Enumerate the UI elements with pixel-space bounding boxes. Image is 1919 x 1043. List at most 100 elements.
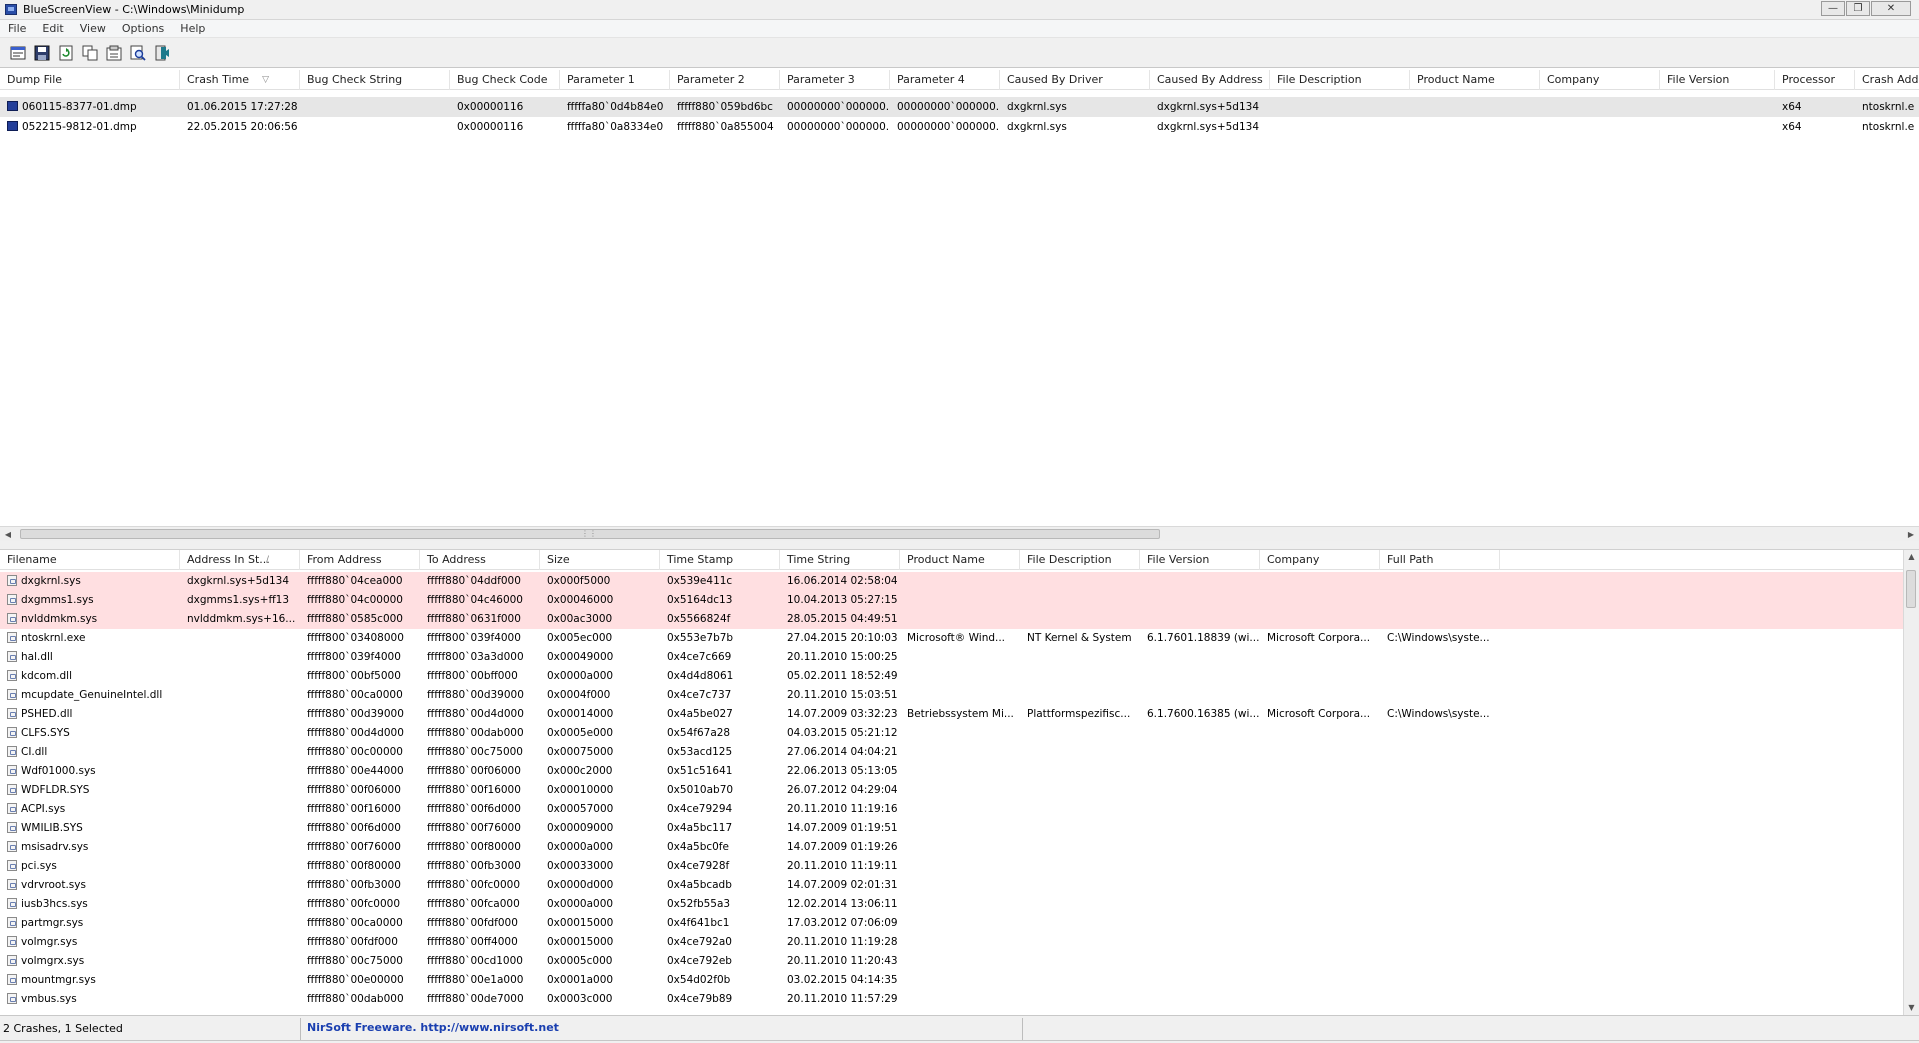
table-row[interactable]: dxgmms1.sys dxgmms1.sys+ff13 fffff880`04c0… — [0, 591, 1903, 610]
column-header-bug-check-string[interactable]: Bug Check String — [300, 70, 450, 90]
find-icon[interactable] — [128, 43, 148, 63]
table-row[interactable]: hal.dll fffff800`039f4000 fffff800`03a3d00… — [0, 648, 1903, 667]
column-header-parameter-1[interactable]: Parameter 1 — [560, 70, 670, 90]
column-header-file-version[interactable]: File Version — [1140, 550, 1260, 570]
table-cell: 0x53acd125 — [660, 743, 780, 762]
table-row[interactable]: 052215-9812-01.dmp 22.05.2015 20:06:56 0x0… — [0, 117, 1919, 137]
table-cell: 0x4d4d8061 — [660, 667, 780, 686]
table-row[interactable]: Wdf01000.sys fffff880`00e44000 fffff880`00… — [0, 762, 1903, 781]
column-header-product-name[interactable]: Product Name — [1410, 70, 1540, 90]
cell-text: volmgr.sys — [21, 936, 78, 948]
table-cell — [900, 857, 1020, 876]
column-header-company[interactable]: Company — [1540, 70, 1660, 90]
minimize-button[interactable]: — — [1821, 1, 1845, 16]
column-header-parameter-2[interactable]: Parameter 2 — [670, 70, 780, 90]
maximize-button[interactable]: ❐ — [1846, 1, 1870, 16]
vertical-scrollbar[interactable]: ▲ ▼ — [1903, 550, 1919, 1015]
table-cell — [1660, 97, 1775, 117]
column-header-file-description[interactable]: File Description — [1270, 70, 1410, 90]
column-header-parameter-4[interactable]: Parameter 4 — [890, 70, 1000, 90]
table-row[interactable]: WDFLDR.SYS fffff880`00f06000 fffff880`00f1… — [0, 781, 1903, 800]
module-file-icon — [7, 973, 17, 985]
column-header-bug-check-code[interactable]: Bug Check Code — [450, 70, 560, 90]
html-report-icon[interactable] — [104, 43, 124, 63]
save-icon[interactable] — [32, 43, 52, 63]
crash-list[interactable]: Dump File Crash Time ▽ Bug Check String Bug … — [0, 70, 1919, 526]
status-divider — [300, 1018, 301, 1040]
scroll-left-arrow[interactable]: ◀ — [0, 527, 16, 542]
column-header-product-name[interactable]: Product Name — [900, 550, 1020, 570]
column-header-full-path[interactable]: Full Path — [1380, 550, 1500, 570]
table-row[interactable]: msisadrv.sys fffff880`00f76000 fffff880`00… — [0, 838, 1903, 857]
table-row[interactable]: WMILIB.SYS fffff880`00f6d000 fffff880`00f7… — [0, 819, 1903, 838]
column-header-crash-add[interactable]: Crash Add — [1855, 70, 1919, 90]
table-cell — [1020, 762, 1140, 781]
table-row[interactable]: ACPI.sys fffff880`00f16000 fffff880`00f6d0… — [0, 800, 1903, 819]
table-cell — [900, 648, 1020, 667]
column-header-file-version[interactable]: File Version — [1660, 70, 1775, 90]
column-header-size[interactable]: Size — [540, 550, 660, 570]
column-header-crash-time[interactable]: Crash Time ▽ — [180, 70, 300, 90]
menu-help[interactable]: Help — [172, 22, 213, 35]
cell-text: WMILIB.SYS — [21, 822, 83, 834]
table-row[interactable]: 060115-8377-01.dmp 01.06.2015 17:27:28 0x0… — [0, 97, 1919, 117]
column-header-company[interactable]: Company — [1260, 550, 1380, 570]
table-cell: mcupdate_GenuineIntel.dll — [0, 686, 180, 705]
table-row[interactable]: volmgr.sys fffff880`00fdf000 fffff880`00ff… — [0, 933, 1903, 952]
table-row[interactable]: volmgrx.sys fffff880`00c75000 fffff880`00c… — [0, 952, 1903, 971]
column-header-caused-by-driver[interactable]: Caused By Driver — [1000, 70, 1150, 90]
table-row[interactable]: mcupdate_GenuineIntel.dll fffff880`00ca00… — [0, 686, 1903, 705]
pane-splitter[interactable] — [0, 541, 1919, 550]
table-row[interactable]: partmgr.sys fffff880`00ca0000 fffff880`00f… — [0, 914, 1903, 933]
table-row[interactable]: pci.sys fffff880`00f80000 fffff880`00fb300… — [0, 857, 1903, 876]
table-row[interactable]: mountmgr.sys fffff880`00e00000 fffff880`00… — [0, 971, 1903, 990]
module-file-icon — [7, 783, 17, 795]
column-header-parameter-3[interactable]: Parameter 3 — [780, 70, 890, 90]
scroll-down-arrow[interactable]: ▼ — [1904, 1001, 1919, 1015]
close-button[interactable]: ✕ — [1871, 1, 1911, 16]
table-row[interactable]: vmbus.sys fffff880`00dab000 fffff880`00de7… — [0, 990, 1903, 1009]
cell-text: fffff880`0631f000 — [427, 613, 521, 625]
horizontal-scrollbar[interactable]: ◀ ⋮⋮ ▶ — [0, 526, 1919, 541]
properties-icon[interactable] — [8, 43, 28, 63]
table-row[interactable]: nvlddmkm.sys nvlddmkm.sys+16... fffff880`0… — [0, 610, 1903, 629]
column-header-filename[interactable]: Filename — [0, 550, 180, 570]
column-header-file-description[interactable]: File Description — [1020, 550, 1140, 570]
cell-text: mountmgr.sys — [21, 974, 96, 986]
table-row[interactable]: kdcom.dll fffff800`00bf5000 fffff800`00bff… — [0, 667, 1903, 686]
cell-text: 0x4f641bc1 — [667, 917, 730, 929]
column-header-caused-by-address[interactable]: Caused By Address — [1150, 70, 1270, 90]
cell-text: 14.07.2009 01:19:26 — [787, 841, 898, 853]
scrollbar-thumb[interactable] — [1906, 570, 1916, 608]
scroll-right-arrow[interactable]: ▶ — [1903, 527, 1919, 542]
table-row[interactable]: CI.dll fffff880`00c00000 fffff880`00c75000… — [0, 743, 1903, 762]
menu-edit[interactable]: Edit — [34, 22, 71, 35]
cell-text: Betriebssystem Mi... — [907, 708, 1014, 720]
table-cell — [1380, 591, 1500, 610]
column-header-address-in-st[interactable]: Address In St... / — [180, 550, 300, 570]
table-cell: 6.1.7601.18839 (wi... — [1140, 629, 1260, 648]
module-list[interactable]: Filename Address In St... / From Address To … — [0, 550, 1903, 1015]
table-row[interactable]: ntoskrnl.exe fffff800`03408000 fffff800`03… — [0, 629, 1903, 648]
column-header-time-stamp[interactable]: Time Stamp — [660, 550, 780, 570]
copy-icon[interactable] — [80, 43, 100, 63]
column-header-dump-file[interactable]: Dump File — [0, 70, 180, 90]
table-row[interactable]: dxgkrnl.sys dxgkrnl.sys+5d134 fffff880`04c… — [0, 572, 1903, 591]
scroll-up-arrow[interactable]: ▲ — [1904, 550, 1919, 564]
exit-icon[interactable] — [152, 43, 172, 63]
menu-view[interactable]: View — [72, 22, 114, 35]
column-header-processor[interactable]: Processor — [1775, 70, 1855, 90]
column-header-time-string[interactable]: Time String — [780, 550, 900, 570]
refresh-icon[interactable] — [56, 43, 76, 63]
table-row[interactable]: iusb3hcs.sys fffff880`00fc0000 fffff880`00… — [0, 895, 1903, 914]
nirsoft-link[interactable]: NirSoft Freeware. http://www.nirsoft.net — [307, 1021, 559, 1034]
menu-file[interactable]: File — [0, 22, 34, 35]
column-header-from-address[interactable]: From Address — [300, 550, 420, 570]
column-header-to-address[interactable]: To Address — [420, 550, 540, 570]
menu-options[interactable]: Options — [114, 22, 172, 35]
scrollbar-thumb[interactable]: ⋮⋮ — [20, 529, 1160, 539]
cell-text: 0x4ce7c669 — [667, 651, 732, 663]
table-row[interactable]: vdrvroot.sys fffff880`00fb3000 fffff880`00… — [0, 876, 1903, 895]
table-row[interactable]: CLFS.SYS fffff880`00d4d000 fffff880`00dab0… — [0, 724, 1903, 743]
table-row[interactable]: PSHED.dll fffff880`00d39000 fffff880`00d4d… — [0, 705, 1903, 724]
